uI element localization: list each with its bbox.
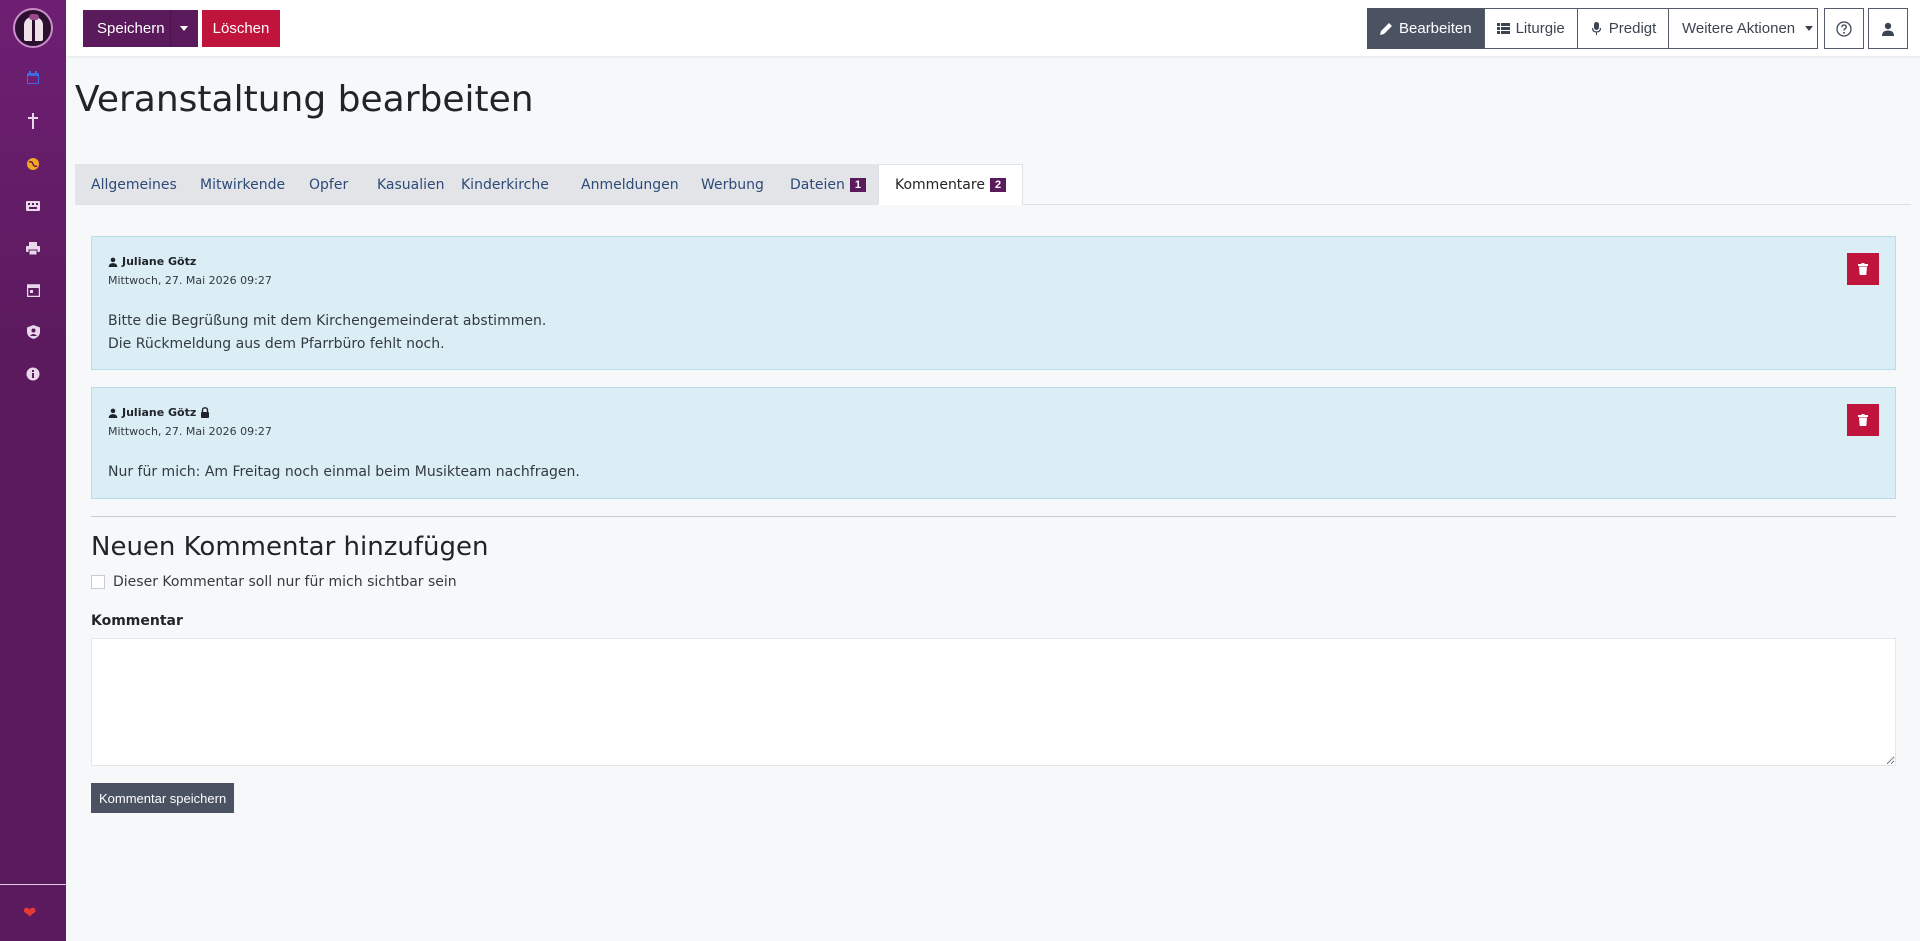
view-switch-group: Bearbeiten Liturgie Predigt (1367, 8, 1670, 49)
tab-label: Kommentare (895, 176, 985, 193)
more-actions-label: Weitere Aktionen (1682, 20, 1796, 37)
sermon-view-label: Predigt (1608, 20, 1657, 37)
more-actions-dropdown[interactable]: Weitere Aktionen (1668, 8, 1818, 49)
tab-comments[interactable]: Kommentare 2 (878, 164, 1024, 205)
lock-icon (201, 407, 210, 418)
tab-label: Dateien (790, 176, 845, 193)
tab-label: Kinderkirche (461, 176, 549, 193)
heart-icon[interactable]: ❤ (23, 903, 36, 922)
calendar-day-icon[interactable] (21, 278, 45, 302)
save-dropdown-toggle[interactable] (170, 11, 197, 46)
print-icon[interactable] (21, 236, 45, 260)
private-comment-option: Dieser Kommentar soll nur für mich sicht… (91, 574, 457, 590)
sidebar: ❤ (0, 0, 66, 941)
tab-offering[interactable]: Opfer (293, 164, 364, 205)
count-badge: 1 (849, 177, 866, 192)
comment-field-label: Kommentar (91, 613, 183, 629)
comment-date: Mittwoch, 27. Mai 2026 09:27 (108, 425, 272, 438)
tab-participants[interactable]: Mitwirkende (184, 164, 301, 205)
user-menu-button[interactable] (1868, 8, 1908, 49)
chevron-down-icon (180, 26, 188, 31)
new-comment-heading: Neuen Kommentar hinzufügen (91, 532, 489, 562)
page-title: Veranstaltung bearbeiten (75, 79, 534, 120)
edit-view-button[interactable]: Bearbeiten (1367, 8, 1485, 49)
globe-icon[interactable] (21, 152, 45, 176)
question-circle-icon (1836, 20, 1852, 37)
tab-advertising[interactable]: Werbung (685, 164, 780, 205)
comment-line: Nur für mich: Am Freitag noch einmal bei… (108, 464, 580, 480)
pencil-icon (1380, 23, 1392, 35)
delete-comment-button[interactable] (1847, 404, 1879, 436)
save-button-label: Speichern (97, 20, 165, 37)
tab-childrens-church[interactable]: Kinderkirche (445, 164, 565, 205)
comment-line: Bitte die Begrüßung mit dem Kirchengemei… (108, 313, 547, 329)
trash-icon (1858, 263, 1868, 275)
save-comment-button[interactable]: Kommentar speichern (91, 783, 235, 813)
tab-bar: Allgemeines Mitwirkende Opfer Kasualien … (75, 164, 1911, 205)
private-comment-label: Dieser Kommentar soll nur für mich sicht… (113, 574, 457, 590)
delete-button[interactable]: Löschen (202, 10, 280, 47)
private-comment-checkbox[interactable] (91, 575, 105, 589)
cross-icon[interactable] (21, 109, 45, 133)
liturgy-view-button[interactable]: Liturgie (1483, 8, 1578, 49)
user-icon (108, 408, 118, 418)
comment-card: Juliane Götz Mittwoch, 27. Mai 2026 09:2… (91, 236, 1896, 370)
delete-comment-button[interactable] (1847, 253, 1879, 285)
tab-label: Mitwirkende (200, 176, 286, 193)
comment-author-name: Juliane Götz (122, 255, 197, 268)
chevron-down-icon (1805, 26, 1814, 31)
list-icon (1496, 23, 1510, 34)
user-icon (108, 257, 118, 267)
comment-text: Bitte die Begrüßung mit dem Kirchengemei… (108, 310, 546, 356)
tab-general[interactable]: Allgemeines (75, 164, 193, 205)
edit-view-label: Bearbeiten (1399, 20, 1472, 37)
app-logo[interactable] (13, 8, 53, 48)
comment-date: Mittwoch, 27. Mai 2026 09:27 (108, 274, 272, 287)
tab-label: Anmeldungen (581, 176, 679, 193)
user-shield-icon[interactable] (21, 320, 45, 344)
liturgy-view-label: Liturgie (1515, 20, 1565, 37)
comment-text: Nur für mich: Am Freitag noch einmal bei… (108, 461, 580, 484)
comment-author: Juliane Götz (108, 406, 210, 419)
comment-card: Juliane Götz Mittwoch, 27. Mai 2026 09:2… (91, 387, 1896, 499)
comment-author-name: Juliane Götz (122, 406, 197, 419)
calendar-icon[interactable] (21, 66, 45, 90)
info-icon[interactable] (21, 362, 45, 386)
tab-label: Allgemeines (91, 176, 177, 193)
top-toolbar: Speichern Löschen Bearbeiten Liturgie Pr… (66, 0, 1920, 56)
comment-textarea[interactable] (91, 638, 1896, 766)
keyboard-icon[interactable] (21, 194, 45, 218)
save-button[interactable]: Speichern (83, 10, 198, 47)
section-divider (91, 516, 1896, 517)
tab-label: Kasualien (377, 176, 445, 193)
sidebar-divider (0, 884, 66, 885)
comment-author: Juliane Götz (108, 255, 196, 268)
tab-label: Werbung (701, 176, 764, 193)
count-badge: 2 (989, 177, 1007, 192)
tab-registrations[interactable]: Anmeldungen (565, 164, 695, 205)
user-icon (1882, 22, 1894, 36)
sermon-view-button[interactable]: Predigt (1576, 8, 1670, 49)
trash-icon (1858, 414, 1868, 426)
tab-files[interactable]: Dateien 1 (774, 164, 882, 205)
comment-line: Die Rückmeldung aus dem Pfarrbüro fehlt … (108, 336, 445, 352)
help-button[interactable] (1824, 8, 1864, 49)
microphone-icon (1591, 22, 1601, 35)
tab-label: Opfer (309, 176, 349, 193)
